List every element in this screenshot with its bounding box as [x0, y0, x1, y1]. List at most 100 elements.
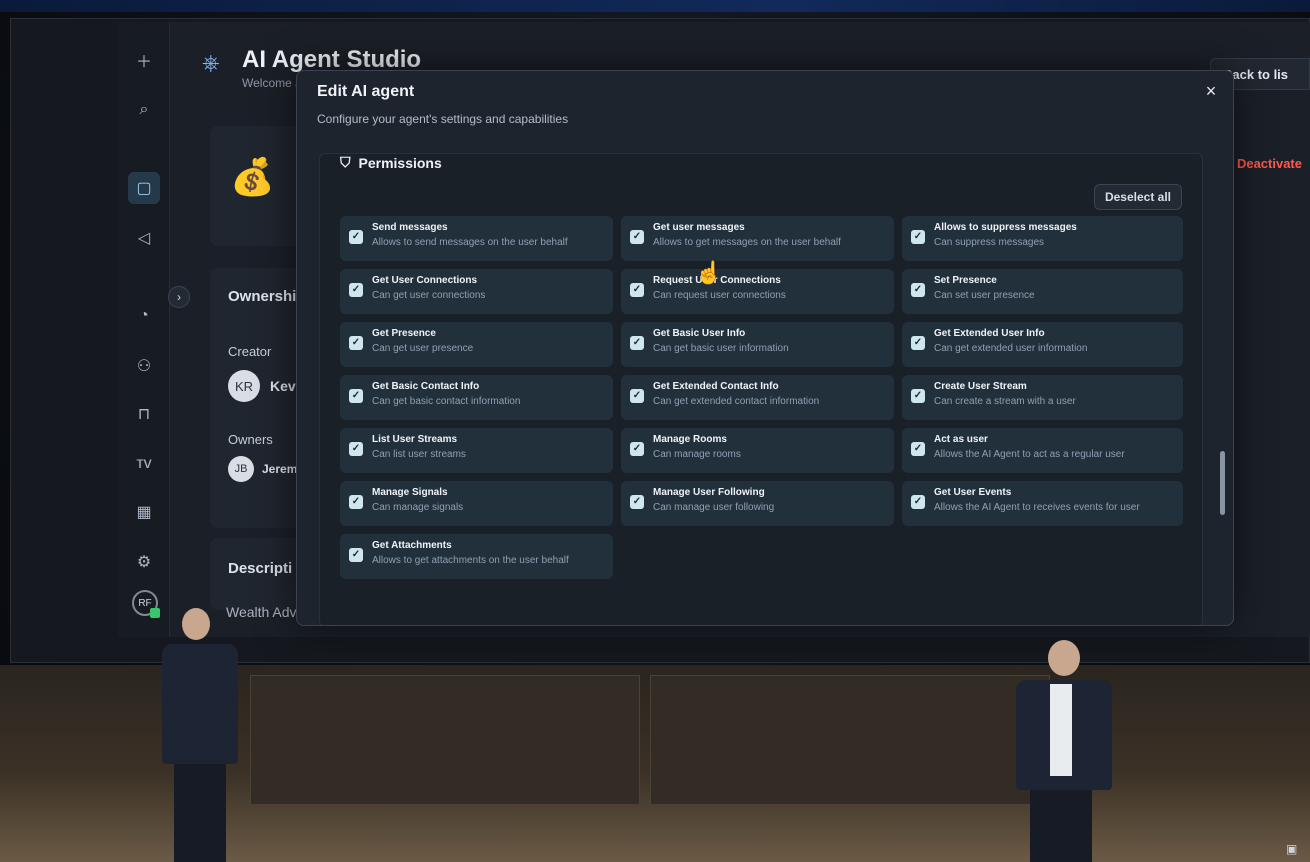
permission-title: Request User Connections	[653, 275, 781, 286]
checkbox-checked-icon[interactable]: ✓	[630, 442, 644, 456]
checkbox-checked-icon[interactable]: ✓	[349, 442, 363, 456]
deactivate-button[interactable]: Deactivate	[1237, 156, 1302, 171]
online-status-icon	[150, 608, 160, 618]
permission-description: Can get basic contact information	[372, 396, 521, 407]
permission-item[interactable]: ✓ Create User Stream Can create a stream w…	[902, 375, 1183, 420]
permission-title: Create User Stream	[934, 381, 1027, 392]
presenter-right	[1000, 640, 1120, 862]
permission-item[interactable]: ✓ Get User Connections Can get user connec…	[340, 269, 613, 314]
checkbox-checked-icon[interactable]: ✓	[911, 389, 925, 403]
permission-item[interactable]: ✓ Get Extended Contact Info Can get extend…	[621, 375, 894, 420]
permission-description: Allows the AI Agent to act as a regular …	[934, 449, 1125, 460]
close-icon[interactable]: ×	[1201, 81, 1221, 101]
permission-description: Can manage rooms	[653, 449, 741, 460]
permission-item[interactable]: ✓ Get Presence Can get user presence	[340, 322, 613, 367]
chat-icon[interactable]: ▢	[128, 172, 160, 204]
permission-description: Can get basic user information	[653, 343, 789, 354]
permission-item[interactable]: ✓ Get User Events Allows the AI Agent to r…	[902, 481, 1183, 526]
permission-item[interactable]: ✓ Allows to suppress messages Can suppress…	[902, 216, 1183, 261]
permission-description: Can list user streams	[372, 449, 466, 460]
checkbox-checked-icon[interactable]: ✓	[911, 495, 925, 509]
stage-panel	[250, 675, 640, 805]
checkbox-checked-icon[interactable]: ✓	[911, 336, 925, 350]
permission-title: Get User Events	[934, 487, 1012, 498]
permission-item[interactable]: ✓ Send messages Allows to send messages on…	[340, 216, 613, 261]
stage-panel	[650, 675, 1050, 805]
permission-item[interactable]: ✓ Get Basic Contact Info Can get basic con…	[340, 375, 613, 420]
permission-description: Allows the AI Agent to receives events f…	[934, 502, 1140, 513]
permission-title: List User Streams	[372, 434, 458, 445]
permission-description: Can set user presence	[934, 290, 1035, 301]
checkbox-checked-icon[interactable]: ✓	[911, 283, 925, 297]
creator-avatar: KR	[228, 370, 260, 402]
checkbox-checked-icon[interactable]: ✓	[349, 548, 363, 562]
scrollbar[interactable]	[1220, 451, 1225, 515]
bell-icon[interactable]: ◔	[128, 300, 160, 332]
bookmark-icon[interactable]: ⊓	[128, 398, 160, 430]
permission-item[interactable]: ✓ Manage User Following Can manage user fo…	[621, 481, 894, 526]
permission-item[interactable]: ✓ Set Presence Can set user presence	[902, 269, 1183, 314]
permission-item[interactable]: ✓ Manage Rooms Can manage rooms	[621, 428, 894, 473]
checkbox-checked-icon[interactable]: ✓	[349, 389, 363, 403]
permission-item[interactable]: ✓ Get Attachments Allows to get attachment…	[340, 534, 613, 579]
permission-description: Allows to get messages on the user behal…	[653, 237, 841, 248]
edit-agent-modal: Edit AI agent Configure your agent's set…	[296, 70, 1234, 626]
creator-label: Creator	[228, 344, 272, 359]
apps-icon[interactable]: ▦	[128, 496, 160, 528]
checkbox-checked-icon[interactable]: ✓	[349, 283, 363, 297]
permission-item[interactable]: ✓ Request User Connections Can request use…	[621, 269, 894, 314]
permission-item[interactable]: ✓ Act as user Allows the AI Agent to act a…	[902, 428, 1183, 473]
welcome-text: Welcome J	[242, 76, 302, 90]
owner-avatar: JB	[228, 456, 254, 482]
checkbox-checked-icon[interactable]: ✓	[349, 230, 363, 244]
permission-title: Get User Connections	[372, 275, 478, 286]
modal-title: Edit AI agent	[317, 83, 415, 100]
permission-description: Can create a stream with a user	[934, 396, 1076, 407]
description-heading: Descripti	[228, 560, 293, 577]
permissions-grid: ✓ Send messages Allows to send messages on…	[340, 216, 1184, 579]
owners-label: Owners	[228, 432, 273, 447]
permission-item[interactable]: ✓ Manage Signals Can manage signals	[340, 481, 613, 526]
megaphone-icon[interactable]: ◁	[128, 222, 160, 254]
presenter-shirt	[1050, 684, 1072, 776]
expand-sidebar-button[interactable]: ›	[168, 286, 190, 308]
modal-subtitle: Configure your agent's settings and capa…	[317, 112, 569, 126]
checkbox-checked-icon[interactable]: ✓	[630, 336, 644, 350]
checkbox-checked-icon[interactable]: ✓	[630, 230, 644, 244]
permission-description: Can get user connections	[372, 290, 486, 301]
users-icon[interactable]: ⚇	[128, 350, 160, 382]
presenter-body	[162, 644, 238, 764]
permission-description: Can get extended user information	[934, 343, 1088, 354]
checkbox-checked-icon[interactable]: ✓	[911, 230, 925, 244]
search-icon[interactable]: ⌕	[128, 94, 160, 126]
permission-item[interactable]: ✓ Get user messages Allows to get messages…	[621, 216, 894, 261]
permission-title: Set Presence	[934, 275, 997, 286]
permission-title: Manage Signals	[372, 487, 448, 498]
permission-item[interactable]: ✓ List User Streams Can list user streams	[340, 428, 613, 473]
permission-title: Manage User Following	[653, 487, 765, 498]
checkbox-checked-icon[interactable]: ✓	[630, 283, 644, 297]
checkbox-checked-icon[interactable]: ✓	[911, 442, 925, 456]
permission-item[interactable]: ✓ Get Extended User Info Can get extended …	[902, 322, 1183, 367]
plus-icon[interactable]: ＋	[128, 44, 160, 76]
avatar-initials: RF	[138, 597, 152, 609]
gear-icon[interactable]: ⚙	[128, 546, 160, 578]
permission-description: Can manage user following	[653, 502, 775, 513]
avatar[interactable]: RF	[132, 590, 160, 618]
permission-title: Get Basic User Info	[653, 328, 746, 339]
permissions-heading: ⛉ Permissions	[340, 154, 442, 171]
checkbox-checked-icon[interactable]: ✓	[630, 389, 644, 403]
permission-title: Get Extended User Info	[934, 328, 1045, 339]
checkbox-checked-icon[interactable]: ✓	[630, 495, 644, 509]
checkbox-checked-icon[interactable]: ✓	[349, 495, 363, 509]
permission-title: Get Extended Contact Info	[653, 381, 779, 392]
permission-description: Can manage signals	[372, 502, 464, 513]
permission-title: Allows to suppress messages	[934, 222, 1077, 233]
top-banner	[0, 0, 1310, 12]
brand-icon[interactable]: ᴛᴠ	[128, 448, 160, 480]
permission-item[interactable]: ✓ Get Basic User Info Can get basic user i…	[621, 322, 894, 367]
permission-description: Allows to get attachments on the user be…	[372, 555, 569, 566]
permission-description: Allows to send messages on the user beha…	[372, 237, 568, 248]
deselect-all-button[interactable]: Deselect all	[1093, 184, 1182, 210]
checkbox-checked-icon[interactable]: ✓	[349, 336, 363, 350]
